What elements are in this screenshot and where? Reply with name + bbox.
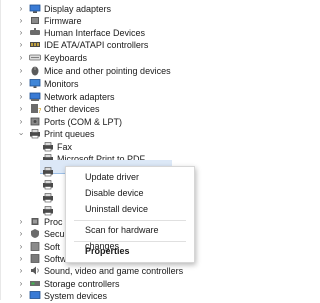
category-label: Display adapters: [44, 4, 112, 14]
menu-separator: [74, 241, 186, 242]
context-menu: Update driver Disable device Uninstall d…: [65, 166, 195, 263]
category-human-interface-devices[interactable]: › Human Interface Devices: [0, 27, 300, 39]
category-label: Human Interface Devices: [44, 28, 146, 38]
menu-item-scan-hardware[interactable]: Scan for hardware changes: [66, 222, 194, 251]
system-devices-icon: [29, 290, 41, 301]
category-label: Firmware: [44, 16, 82, 26]
chevron-right-icon[interactable]: ›: [17, 91, 25, 103]
security-icon: [29, 228, 41, 239]
chevron-right-icon[interactable]: ›: [17, 253, 25, 265]
category-label: IDE ATA/ATAPI controllers: [44, 40, 149, 50]
software-devices-icon: [29, 253, 41, 264]
menu-item-disable-device[interactable]: Disable device: [66, 185, 194, 201]
chevron-right-icon[interactable]: ›: [17, 116, 25, 128]
chevron-right-icon[interactable]: ›: [17, 278, 25, 290]
printer-icon: [42, 166, 54, 177]
keyboard-icon: [29, 52, 41, 63]
firmware-icon: [29, 15, 41, 26]
chevron-right-icon[interactable]: ›: [17, 290, 25, 302]
category-label: Network adapters: [44, 92, 115, 102]
category-network-adapters[interactable]: › Network adapters: [0, 91, 300, 103]
software-icon: [29, 241, 41, 252]
category-system-devices[interactable]: › System devices: [0, 290, 300, 302]
category-label: Mice and other pointing devices: [44, 66, 171, 76]
other-devices-icon: ?: [29, 103, 42, 115]
network-adapter-icon: [29, 91, 41, 102]
printer-icon: [42, 192, 54, 203]
category-label: Secu: [44, 229, 65, 239]
category-label: Other devices: [44, 104, 100, 114]
category-print-queues[interactable]: › Print queues: [0, 128, 300, 140]
category-storage-controllers[interactable]: › Storage controllers: [0, 278, 300, 290]
category-other-devices[interactable]: › ? Other devices: [0, 103, 300, 115]
display-adapter-icon: [29, 3, 41, 14]
storage-icon: [29, 278, 41, 289]
chevron-right-icon[interactable]: ›: [17, 65, 25, 77]
category-label: Ports (COM & LPT): [44, 117, 123, 127]
printer-icon: [29, 128, 41, 139]
category-sound[interactable]: › Sound, video and game controllers: [0, 265, 300, 277]
printer-icon: [42, 205, 54, 216]
ports-icon: [29, 116, 41, 127]
processor-icon: [29, 216, 41, 227]
svg-text:?: ?: [38, 107, 41, 114]
chevron-right-icon[interactable]: ›: [17, 265, 25, 277]
chevron-right-icon[interactable]: ›: [17, 241, 25, 253]
category-label: Soft: [44, 242, 61, 252]
chevron-right-icon[interactable]: ›: [17, 27, 25, 39]
chevron-right-icon[interactable]: ›: [17, 78, 25, 90]
category-monitors[interactable]: › Monitors: [0, 78, 300, 90]
category-mice[interactable]: › Mice and other pointing devices: [0, 65, 300, 77]
category-label: Storage controllers: [44, 279, 120, 289]
sound-icon: [29, 265, 41, 276]
category-keyboards[interactable]: › Keyboards: [0, 52, 300, 64]
monitor-icon: [29, 78, 41, 89]
category-label: Sound, video and game controllers: [44, 266, 184, 276]
menu-item-properties[interactable]: Properties: [66, 243, 194, 259]
menu-separator: [74, 220, 186, 221]
chevron-down-icon[interactable]: ›: [15, 130, 27, 138]
category-display-adapters[interactable]: › Display adapters: [0, 3, 300, 15]
category-label: Keyboards: [44, 53, 88, 63]
printer-icon: [42, 179, 54, 190]
printer-icon: [42, 141, 54, 152]
mouse-icon: [29, 65, 41, 76]
hid-icon: [29, 27, 41, 38]
chevron-right-icon[interactable]: ›: [17, 216, 25, 228]
category-label: System devices: [44, 291, 108, 301]
category-label: Monitors: [44, 79, 79, 89]
category-ports[interactable]: › Ports (COM & LPT): [0, 116, 300, 128]
category-label: Print queues: [44, 129, 95, 139]
chevron-right-icon[interactable]: ›: [17, 39, 25, 51]
category-firmware[interactable]: › Firmware: [0, 15, 300, 27]
chevron-right-icon[interactable]: ›: [17, 3, 25, 15]
device-label: Fax: [57, 142, 73, 152]
chevron-right-icon[interactable]: ›: [17, 15, 25, 27]
category-label: Proc: [44, 217, 63, 227]
menu-item-update-driver[interactable]: Update driver: [66, 169, 194, 185]
chevron-right-icon[interactable]: ›: [17, 52, 25, 64]
print-queue-fax[interactable]: Fax: [0, 141, 300, 153]
chevron-right-icon[interactable]: ›: [17, 228, 25, 240]
menu-item-uninstall-device[interactable]: Uninstall device: [66, 201, 194, 217]
chevron-right-icon[interactable]: ›: [17, 103, 25, 115]
category-ide-controllers[interactable]: › IDE ATA/ATAPI controllers: [0, 39, 300, 51]
ide-controller-icon: [29, 39, 41, 50]
